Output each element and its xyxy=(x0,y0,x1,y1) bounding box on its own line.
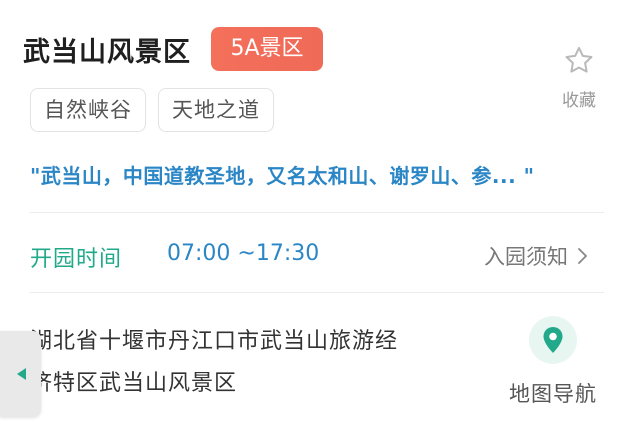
address-text: 湖北省十堰市丹江口市武当山旅游经 济特区武当山风景区 xyxy=(30,321,450,405)
entry-notice-label: 入园须知 xyxy=(484,245,568,269)
level-badge: 5A景区 xyxy=(211,27,323,71)
opening-hours-label: 开园时间 xyxy=(30,247,123,272)
map-navigation-label: 地图导航 xyxy=(509,382,597,406)
map-icon-circle xyxy=(529,316,577,364)
map-pin-icon xyxy=(543,327,563,353)
divider xyxy=(30,212,604,213)
tag-list: 自然峡谷 天地之道 xyxy=(30,88,274,132)
page-title: 武当山风景区 xyxy=(23,37,191,68)
star-outline-icon xyxy=(565,46,593,73)
address-line: 济特区武当山风景区 xyxy=(30,371,238,396)
address-line: 湖北省十堰市丹江口市武当山旅游经 xyxy=(30,329,399,354)
triangle-left-icon xyxy=(16,368,26,380)
opening-hours-value: 07:00 ~17:30 xyxy=(167,241,320,266)
favorite-button[interactable]: 收藏 xyxy=(554,44,604,111)
favorite-label: 收藏 xyxy=(562,91,596,111)
tag-item[interactable]: 自然峡谷 xyxy=(30,88,146,132)
divider xyxy=(30,292,604,293)
tag-item[interactable]: 天地之道 xyxy=(158,88,274,132)
chevron-right-icon xyxy=(578,248,587,264)
description-quote[interactable]: "武当山，中国道教圣地，又名太和山、谢罗山、参... " xyxy=(30,160,610,189)
side-collapse-handle[interactable] xyxy=(0,331,41,417)
scenic-info-card: 武当山风景区 5A景区 收藏 自然峡谷 天地之道 "武当山，中国道教圣地，又名太… xyxy=(0,0,640,438)
map-navigation-button[interactable]: 地图导航 xyxy=(501,316,605,408)
entry-notice-link[interactable]: 入园须知 xyxy=(484,241,588,271)
